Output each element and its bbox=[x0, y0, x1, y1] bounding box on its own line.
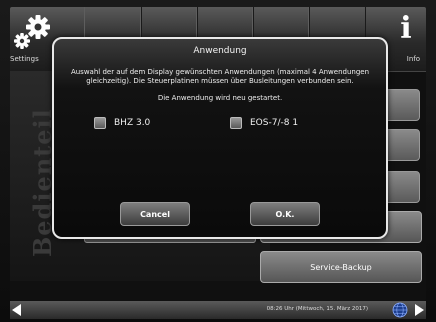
dialog-description: Auswahl der auf dem Display gewünschten … bbox=[70, 68, 370, 85]
globe-icon[interactable] bbox=[392, 302, 408, 318]
checkbox-eos[interactable] bbox=[230, 117, 242, 129]
option-bhz-label: BHZ 3.0 bbox=[114, 118, 151, 128]
option-eos[interactable]: EOS-7/-8 1 bbox=[230, 117, 298, 129]
info-icon: i bbox=[400, 11, 412, 46]
arrow-right-icon[interactable] bbox=[415, 304, 424, 316]
ok-button-label: O.K. bbox=[275, 209, 295, 219]
service-backup-button[interactable]: Service-Backup bbox=[260, 251, 422, 283]
settings-label: Settings bbox=[10, 55, 39, 63]
dialog-title: Anwendung bbox=[193, 46, 247, 56]
application-dialog: Anwendung Auswahl der auf dem Display ge… bbox=[52, 37, 388, 239]
ok-button[interactable]: O.K. bbox=[250, 202, 320, 226]
service-backup-label: Service-Backup bbox=[310, 262, 372, 272]
cancel-button-label: Cancel bbox=[140, 209, 170, 219]
checkbox-bhz[interactable] bbox=[94, 117, 106, 129]
info-label: Info bbox=[406, 55, 420, 63]
option-eos-label: EOS-7/-8 1 bbox=[250, 118, 299, 128]
datetime: 08:26 Uhr (Mittwoch, 15. März 2017) bbox=[266, 306, 368, 312]
option-bhz[interactable]: BHZ 3.0 bbox=[94, 117, 150, 129]
gear-icon bbox=[14, 15, 50, 49]
restart-note: Die Anwendung wird neu gestartet. bbox=[157, 94, 283, 102]
screen: Settings i Info Bedienteil Service-Backu… bbox=[10, 7, 426, 301]
settings-button[interactable] bbox=[12, 13, 54, 53]
status-bar: 08:26 Uhr (Mittwoch, 15. März 2017) bbox=[10, 301, 426, 319]
cancel-button[interactable]: Cancel bbox=[120, 202, 190, 226]
